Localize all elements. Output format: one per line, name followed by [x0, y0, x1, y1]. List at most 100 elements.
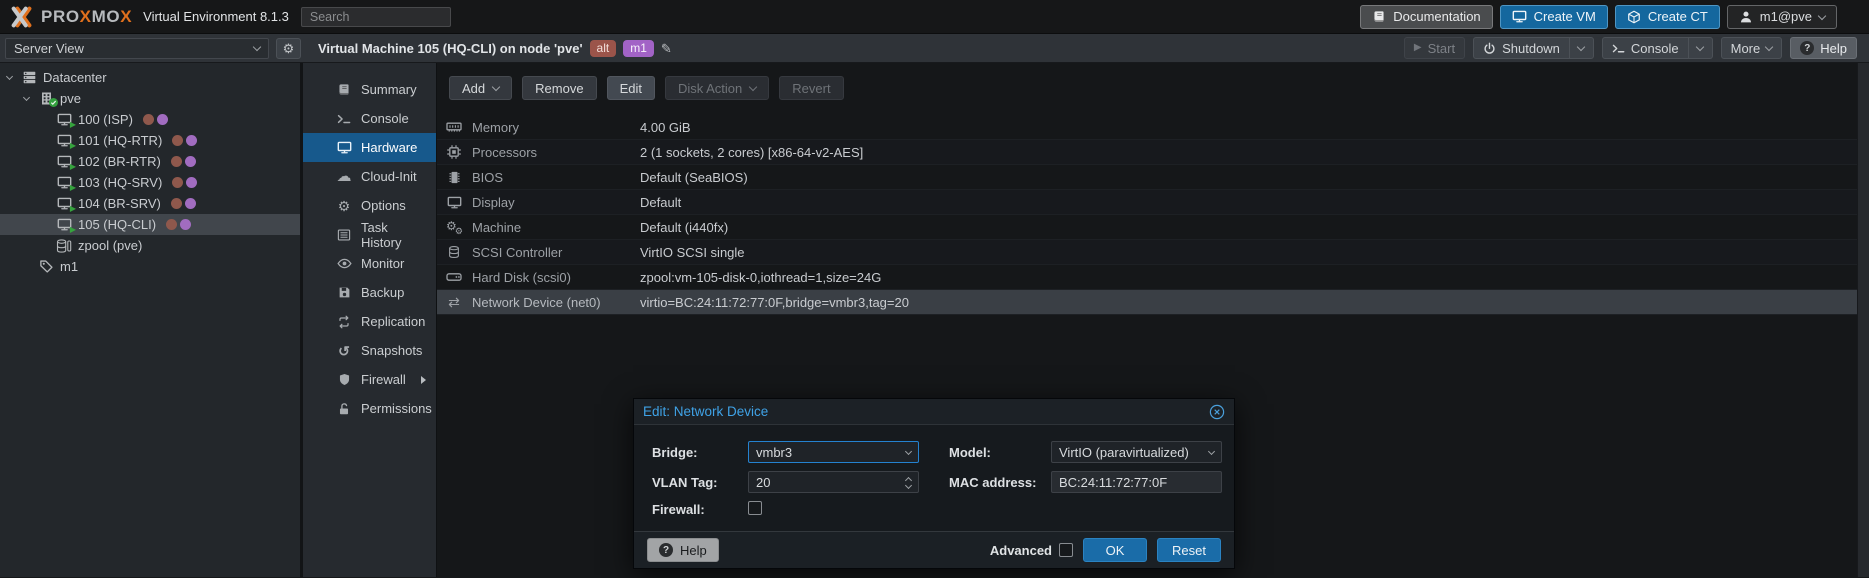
vm-running-icon: ▶ — [55, 133, 73, 148]
vlan-tag-stepper[interactable]: 20 — [748, 471, 919, 493]
advanced-checkbox[interactable] — [1059, 543, 1073, 557]
menu-snapshots[interactable]: ↺ Snapshots — [303, 336, 436, 365]
content-header: Virtual Machine 105 (HQ-CLI) on node 'pv… — [306, 34, 1869, 62]
hw-row-bios[interactable]: BIOS Default (SeaBIOS) — [437, 165, 1869, 190]
menu-firewall[interactable]: Firewall — [303, 365, 436, 394]
tree-node-vm-105[interactable]: ▶ 105 (HQ-CLI) — [0, 214, 300, 235]
documentation-button[interactable]: Documentation — [1360, 5, 1492, 29]
chevron-down-icon — [1695, 43, 1703, 51]
menu-label: Console — [361, 111, 409, 126]
spinner-arrows[interactable] — [906, 476, 911, 488]
hw-row-scsi-controller[interactable]: SCSI Controller VirtIO SCSI single — [437, 240, 1869, 265]
model-label: Model: — [949, 445, 1051, 460]
shutdown-menu-arrow[interactable] — [1569, 38, 1584, 58]
tree-node-vm-102[interactable]: ▶ 102 (BR-RTR) — [0, 151, 300, 172]
tree-node-vm-103[interactable]: ▶ 103 (HQ-SRV) — [0, 172, 300, 193]
help-button[interactable]: ? Help — [1790, 37, 1857, 59]
menu-options[interactable]: ⚙ Options — [303, 191, 436, 220]
create-ct-button[interactable]: Create CT — [1615, 5, 1720, 29]
hw-row-display[interactable]: Display Default — [437, 190, 1869, 215]
tree-label: 103 (HQ-SRV) — [78, 175, 162, 190]
ok-button[interactable]: OK — [1083, 538, 1147, 562]
menu-permissions[interactable]: Permissions — [303, 394, 436, 423]
dialog-help-button[interactable]: ? Help — [647, 538, 719, 562]
more-button[interactable]: More — [1721, 37, 1783, 59]
disk-action-button[interactable]: Disk Action — [665, 76, 769, 100]
documentation-label: Documentation — [1393, 9, 1480, 24]
tree-label: Datacenter — [43, 70, 107, 85]
top-bar: PROXMOX Virtual Environment 8.1.3 Docume… — [0, 0, 1869, 34]
expander-icon[interactable] — [21, 97, 32, 100]
hw-label: SCSI Controller — [472, 245, 640, 260]
console-menu-arrow[interactable] — [1688, 38, 1703, 58]
menu-replication[interactable]: Replication — [303, 307, 436, 336]
menu-task-history[interactable]: Task History — [303, 220, 436, 249]
start-label: Start — [1428, 41, 1455, 56]
edit-button[interactable]: Edit — [607, 76, 655, 100]
tree-node-vm-100[interactable]: ▶ 100 (ISP) — [0, 109, 300, 130]
tag-dot-m1 — [157, 114, 168, 125]
shutdown-label: Shutdown — [1502, 41, 1560, 56]
console-button[interactable]: Console — [1602, 37, 1713, 59]
user-menu-button[interactable]: m1@pve — [1727, 5, 1837, 29]
menu-hardware[interactable]: Hardware — [303, 133, 436, 162]
reset-button[interactable]: Reset — [1157, 538, 1221, 562]
tree-node-datacenter[interactable]: Datacenter — [0, 67, 300, 88]
add-button[interactable]: Add — [449, 76, 512, 100]
sidebar-header: Server View ⚙ — [0, 34, 306, 62]
hw-row-machine[interactable]: ⚙⚙ Machine Default (i440fx) — [437, 215, 1869, 240]
resource-tree: Datacenter pve ▶ 100 (ISP) ▶ 1 — [0, 63, 303, 577]
tag-alt[interactable]: alt — [590, 40, 617, 57]
view-selector[interactable]: Server View — [5, 38, 269, 59]
model-combo[interactable]: VirtIO (paravirtualized) — [1051, 441, 1222, 463]
dialog-title: Edit: Network Device — [643, 404, 768, 419]
mac-address-field[interactable]: BC:24:11:72:77:0F — [1051, 471, 1222, 493]
hw-label: BIOS — [472, 170, 640, 185]
expander-icon[interactable] — [4, 76, 15, 79]
edit-tags-icon[interactable]: ✎ — [661, 42, 672, 55]
tree-node-zpool[interactable]: zpool (pve) — [0, 235, 300, 256]
advanced-toggle: Advanced — [990, 543, 1073, 558]
firewall-checkbox[interactable] — [748, 501, 762, 515]
menu-console[interactable]: Console — [303, 104, 436, 133]
hw-row-processors[interactable]: Processors 2 (1 sockets, 2 cores) [x86-6… — [437, 140, 1869, 165]
hw-row-hard-disk[interactable]: Hard Disk (scsi0) zpool:vm-105-disk-0,io… — [437, 265, 1869, 290]
create-vm-button[interactable]: Create VM — [1500, 5, 1608, 29]
remove-button[interactable]: Remove — [522, 76, 596, 100]
vm-running-icon: ▶ — [55, 112, 73, 127]
scrollbar[interactable] — [1857, 63, 1869, 577]
hw-value: VirtIO SCSI single — [640, 245, 745, 260]
search-input[interactable] — [301, 7, 451, 27]
database-icon — [445, 245, 463, 259]
menu-cloud-init[interactable]: ☁ Cloud-Init — [303, 162, 436, 191]
menu-summary[interactable]: Summary — [303, 75, 436, 104]
bridge-combo[interactable]: vmbr3 — [748, 441, 919, 463]
shutdown-button[interactable]: Shutdown — [1473, 37, 1594, 59]
menu-monitor[interactable]: Monitor — [303, 249, 436, 278]
hw-row-network-device[interactable]: ⇄ Network Device (net0) virtio=BC:24:11:… — [437, 290, 1869, 315]
proxmox-logo-icon — [10, 5, 34, 29]
hardware-toolbar: Add Remove Edit Disk Action Revert — [437, 63, 1869, 115]
tree-node-vm-104[interactable]: ▶ 104 (BR-SRV) — [0, 193, 300, 214]
tree-node-vm-101[interactable]: ▶ 101 (HQ-RTR) — [0, 130, 300, 151]
tag-m1[interactable]: m1 — [623, 40, 654, 57]
close-icon[interactable] — [1209, 404, 1225, 420]
user-icon — [1739, 10, 1753, 24]
tree-node-pve[interactable]: pve — [0, 88, 300, 109]
cloud-icon: ☁ — [336, 169, 352, 184]
hw-row-memory[interactable]: Memory 4.00 GiB — [437, 115, 1869, 140]
page-title: Virtual Machine 105 (HQ-CLI) on node 'pv… — [318, 41, 583, 56]
sync-icon — [336, 315, 352, 329]
sidebar-gear-button[interactable]: ⚙ — [276, 38, 301, 59]
terminal-icon — [1612, 42, 1625, 55]
firewall-label: Firewall: — [652, 502, 748, 517]
cube-icon — [1627, 10, 1641, 24]
create-ct-label: Create CT — [1648, 9, 1708, 24]
tree-label: 101 (HQ-RTR) — [78, 133, 162, 148]
chevron-down-icon — [905, 447, 912, 454]
tree-node-pool-m1[interactable]: m1 — [0, 256, 300, 277]
start-button[interactable]: ▶ Start — [1404, 37, 1465, 59]
menu-backup[interactable]: Backup — [303, 278, 436, 307]
revert-button[interactable]: Revert — [779, 76, 843, 100]
dialog-titlebar[interactable]: Edit: Network Device — [634, 399, 1234, 425]
